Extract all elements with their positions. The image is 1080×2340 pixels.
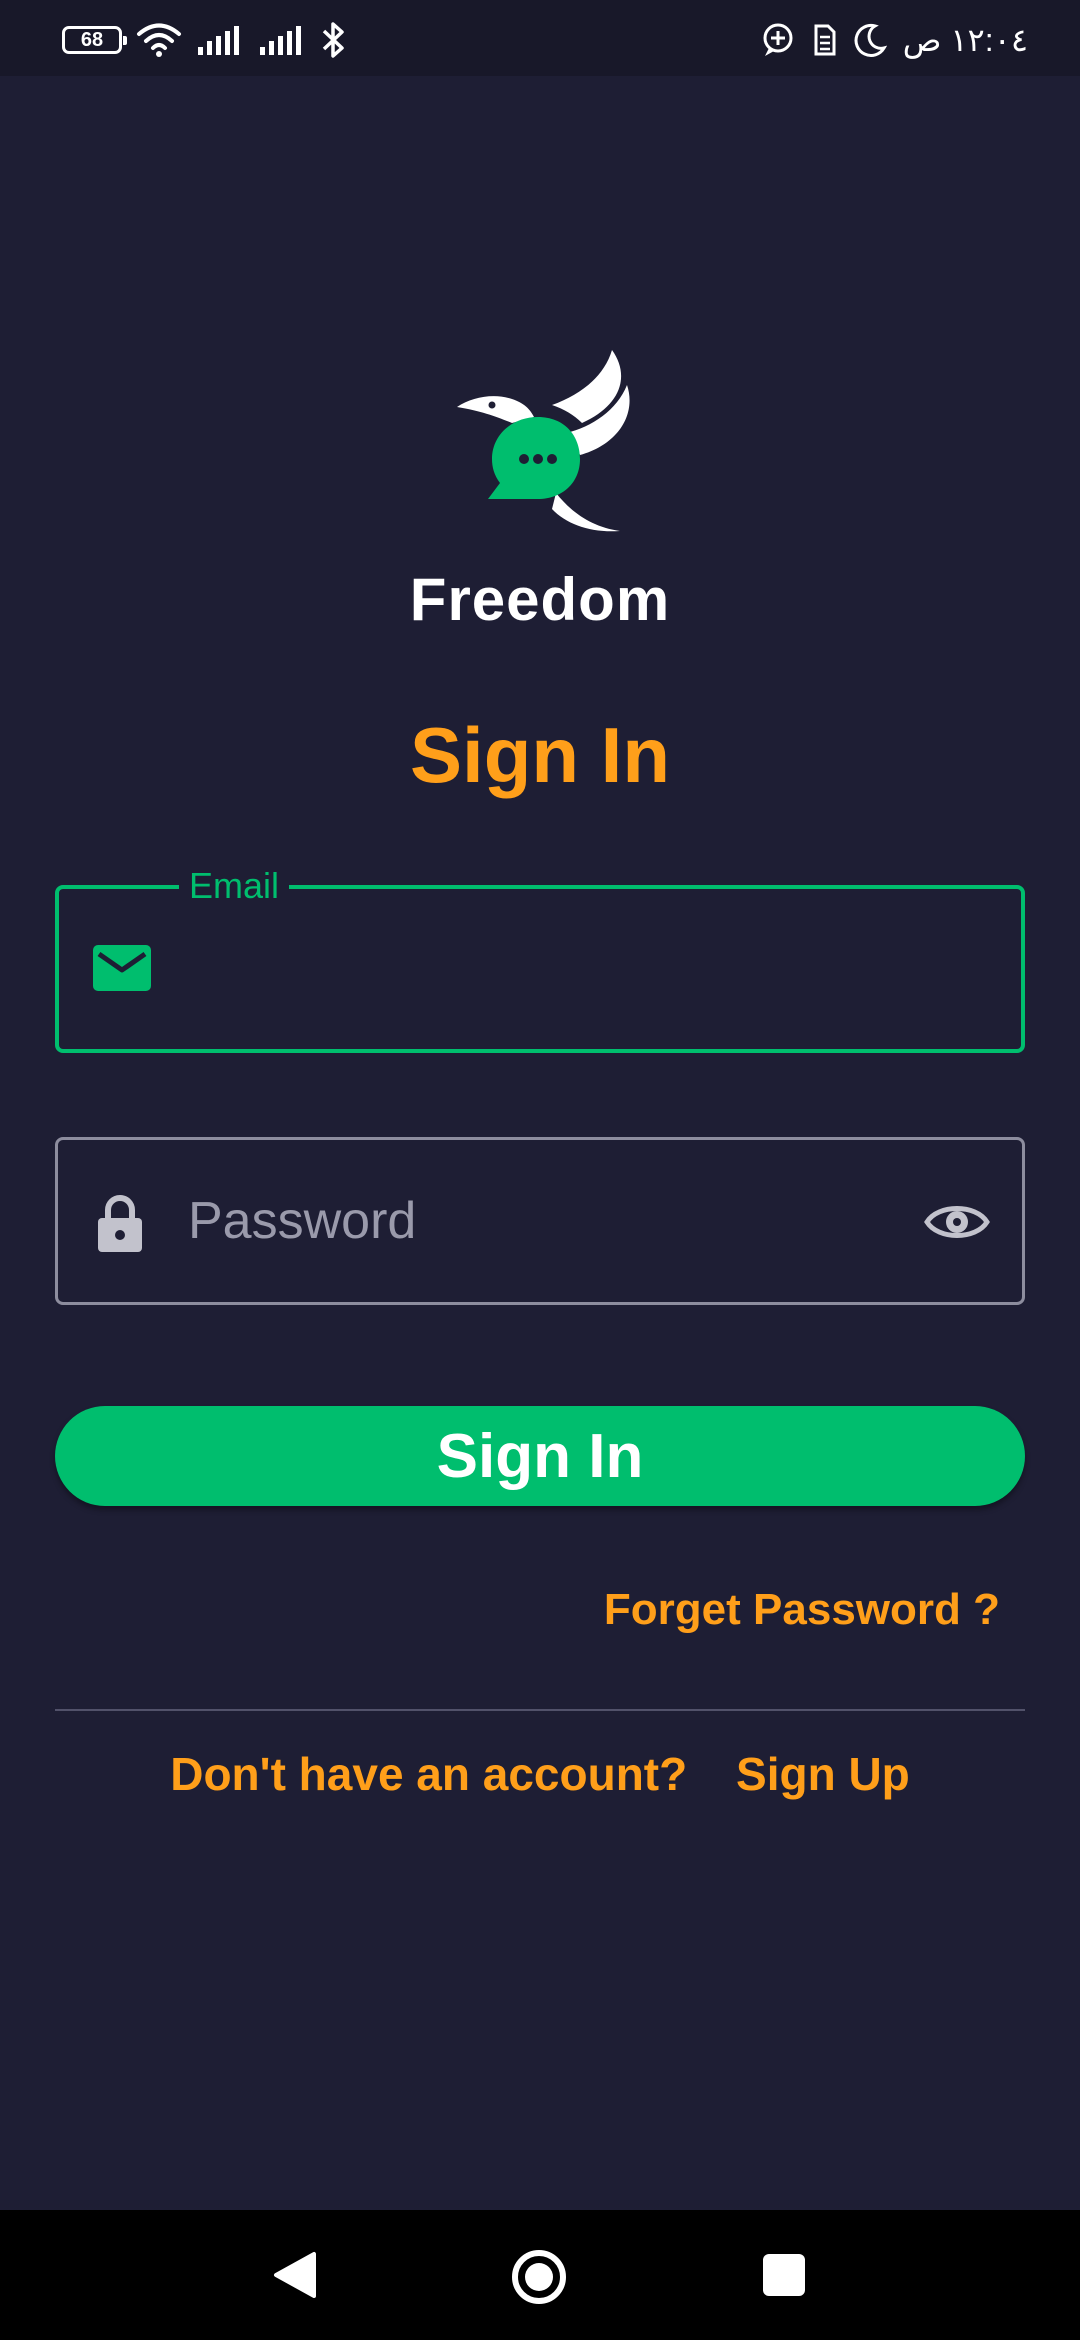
status-time: ١٢:٠٤ ص [902,22,1028,58]
battery-level: 68 [80,28,104,51]
no-account-text: Don't have an account? [170,1748,688,1800]
forgot-password-link[interactable]: Forget Password ? [604,1585,1000,1635]
status-bar-right: ١٢:٠٤ ص [761,22,1028,58]
app-name: Freedom [409,566,671,633]
sign-in-button[interactable]: Sign In [55,1406,1025,1506]
status-bar: 68 ١٢:٠٤ ص [0,0,1080,76]
do-not-disturb-moon-icon [854,23,887,57]
password-placeholder: Password [188,1192,417,1250]
bird-chat-logo [457,350,630,532]
recents-icon[interactable] [763,2254,805,2296]
divider [55,1709,1025,1711]
wifi-icon [137,23,181,57]
app-notification-icon [763,23,793,56]
password-field[interactable]: Password [55,1137,1025,1305]
email-field[interactable]: Email [55,861,1025,1053]
mail-icon [93,945,151,991]
sim-icon [814,24,836,56]
battery-icon: 68 [62,26,127,54]
back-icon[interactable] [272,2250,318,2300]
navigation-bar [0,2210,1080,2340]
home-icon[interactable] [510,2248,568,2306]
signal-icon [260,26,301,55]
status-bar-left: 68 [62,22,346,58]
email-label: Email [179,861,290,911]
signup-row: Don't have an account? Sign Up [0,1747,1080,1801]
eye-icon[interactable] [924,1198,990,1246]
sign-up-link[interactable]: Sign Up [736,1747,910,1801]
page-title: Sign In [410,711,670,799]
lock-icon [98,1195,142,1252]
bluetooth-icon [322,22,344,58]
signal-icon [198,26,239,55]
